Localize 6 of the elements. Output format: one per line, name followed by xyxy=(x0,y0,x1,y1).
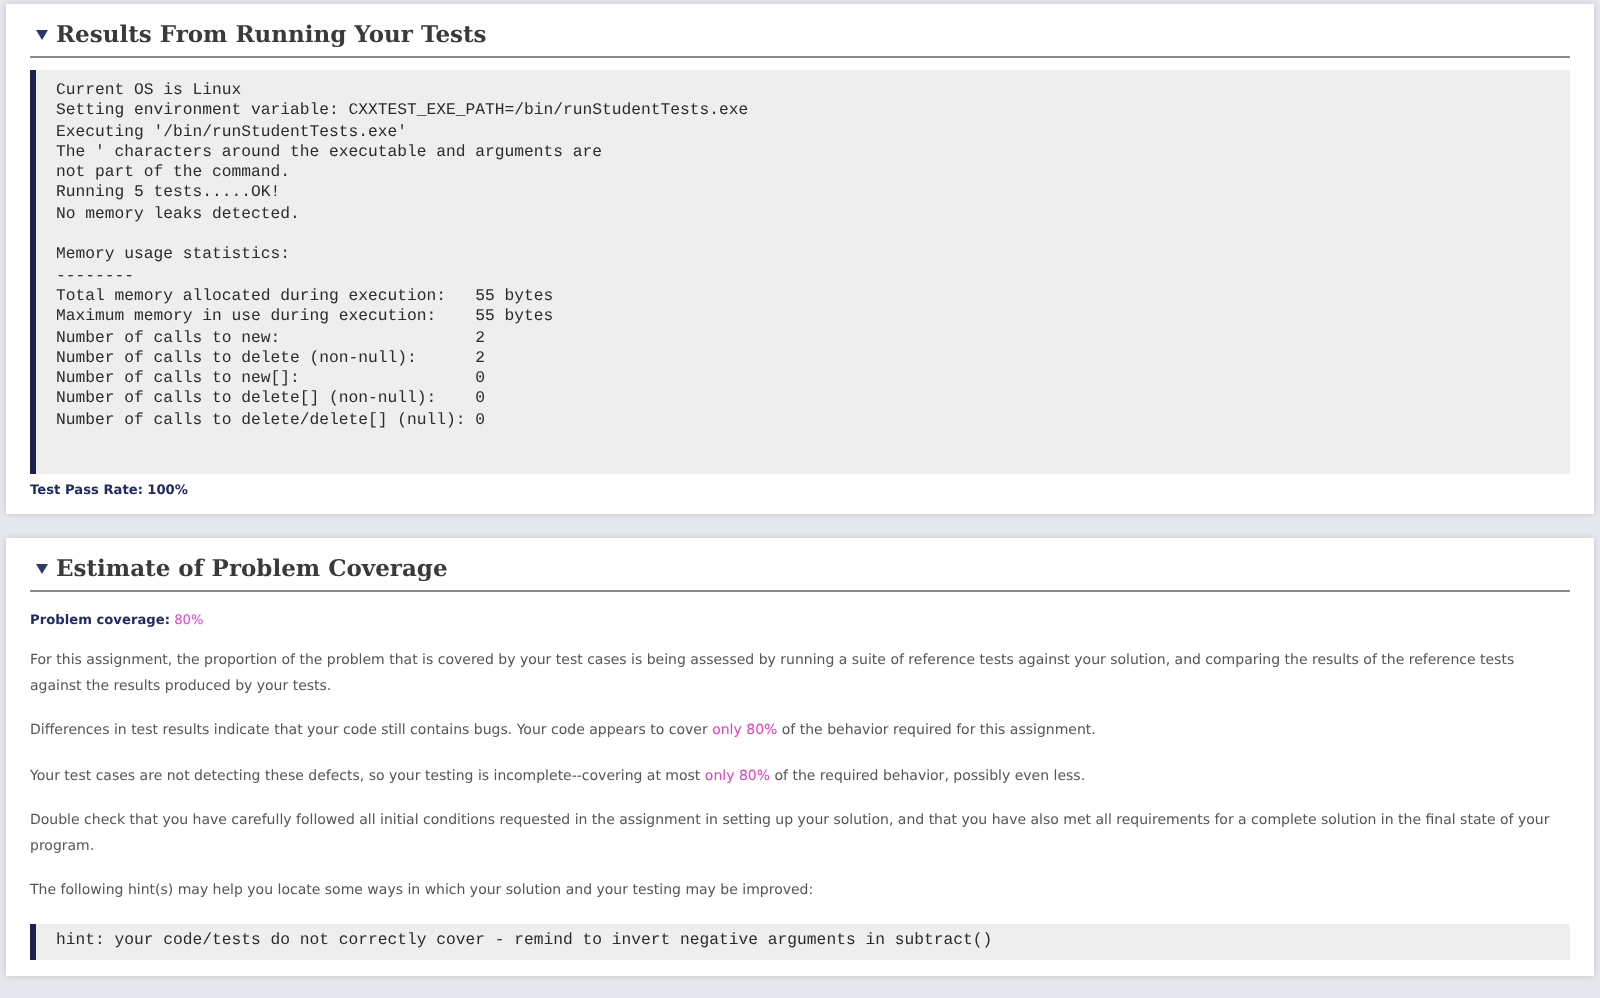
toggle-button[interactable] xyxy=(34,27,48,41)
toggle-button[interactable] xyxy=(34,561,48,575)
section-title: Results From Running Your Tests xyxy=(56,20,487,48)
code-output: hint: your code/tests do not correctly cover - remind to invert negative arguments in subtract() xyxy=(30,923,1570,960)
code-output: Current OS is Linux Setting environment variable: CXXTEST_EXE_PATH=/bin/runStudentTests.exe Executing '/bin/runStudentTests.exe' The ' characters around the executable and arguments are not part of the command. Running 5 tests.....OK! No memory leaks detected. Memory usage statistics: -------- Total memory allocated during execution: 55 bytes Maximum memory in use during execution: 55 bytes Number of calls to new: 2 Number of calls to delete (non-null): 2 Number of calls to new[]: 0 Number of calls to delete[] (non-null): 0 Number of calls to delete/delete[] (null): 0 xyxy=(30,70,1570,474)
section-title: Estimate of Problem Coverage xyxy=(56,554,448,582)
